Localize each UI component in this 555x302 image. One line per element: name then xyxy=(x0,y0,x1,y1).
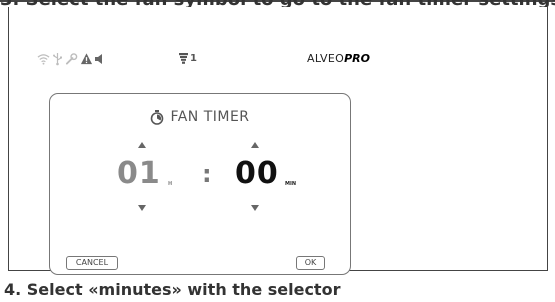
fan-icon xyxy=(179,53,188,64)
fan-timer-dialog: FAN TIMER 01 H : 00 MIN CANCEL OK xyxy=(49,93,351,275)
hours-unit: H xyxy=(168,181,173,187)
minutes-unit: MIN xyxy=(285,181,297,187)
hours-value[interactable]: 01 xyxy=(117,156,161,191)
wrench-icon xyxy=(65,53,78,65)
minutes-up-arrow[interactable] xyxy=(251,142,259,148)
minutes-down-arrow[interactable] xyxy=(251,205,259,211)
brand-logo-light: ALVEO xyxy=(307,52,345,65)
stopwatch-icon xyxy=(151,109,164,125)
brand-logo: ALVEOPRO xyxy=(307,52,370,66)
dialog-title: FAN TIMER xyxy=(50,109,350,125)
step-caption: 4. Select «minutes» with the selector xyxy=(4,280,341,299)
fan-level-indicator[interactable]: 1 xyxy=(179,52,197,66)
usb-icon xyxy=(53,53,62,66)
speaker-icon xyxy=(95,54,102,64)
warning-icon xyxy=(80,53,93,65)
dialog-title-text: FAN TIMER xyxy=(170,109,250,125)
time-separator: : xyxy=(202,160,212,188)
cancel-button[interactable]: CANCEL xyxy=(66,256,118,270)
fan-level-value: 1 xyxy=(190,53,197,64)
status-bar: 1 ALVEOPRO xyxy=(37,52,370,66)
hours-down-arrow[interactable] xyxy=(138,205,146,211)
ok-button[interactable]: OK xyxy=(296,256,325,270)
minutes-value[interactable]: 00 xyxy=(235,156,279,191)
brand-logo-bold: PRO xyxy=(344,52,370,65)
device-screen: 1 ALVEOPRO FAN TIMER 01 H : 00 MIN CANCE… xyxy=(8,7,548,275)
wifi-icon xyxy=(37,54,50,65)
hours-up-arrow[interactable] xyxy=(138,142,146,148)
